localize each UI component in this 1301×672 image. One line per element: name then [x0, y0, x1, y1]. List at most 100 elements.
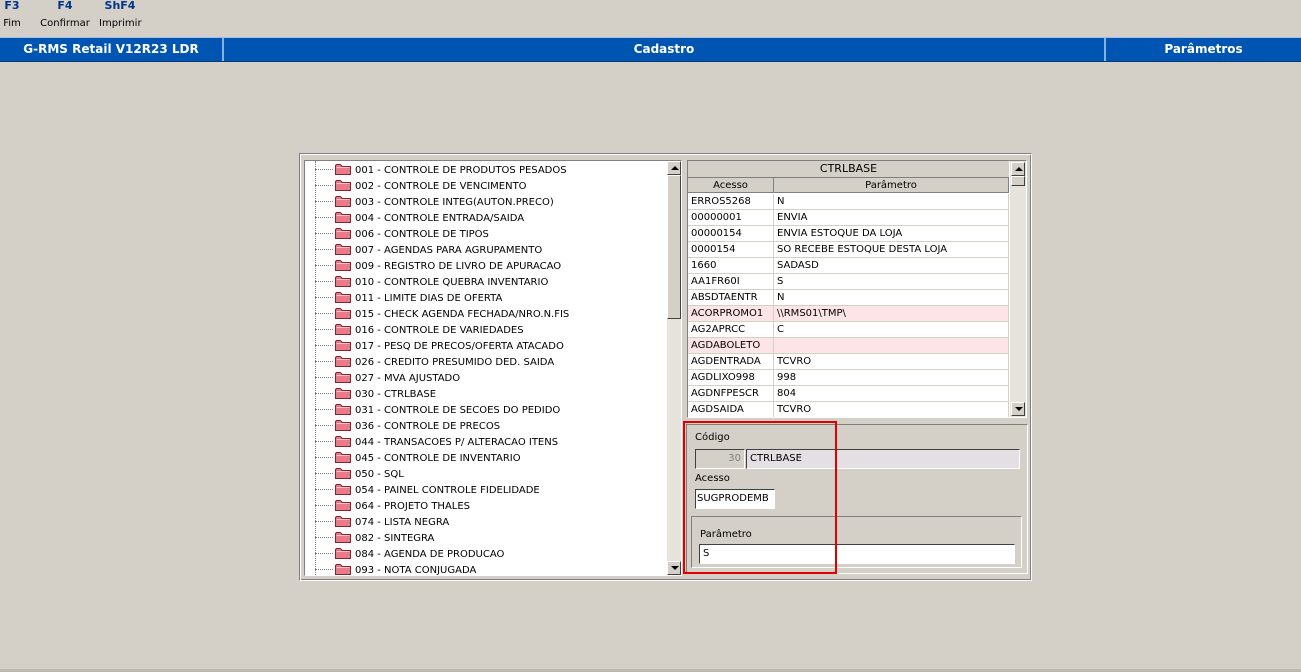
table-row[interactable]: AGDLIXO998 998	[688, 370, 1009, 386]
tree-item[interactable]: 050 - SQL	[315, 467, 404, 483]
f3-key-label: Fim	[3, 18, 21, 29]
folder-icon	[335, 531, 351, 543]
scroll-up-button[interactable]	[667, 161, 681, 175]
shf4-key[interactable]: ShF4 Imprimir	[99, 0, 142, 30]
tree-connector	[315, 473, 333, 475]
tree-connector	[315, 185, 333, 187]
acesso-cell: AGDLIXO998	[688, 370, 774, 386]
table-row[interactable]: 1660 SADASD	[688, 258, 1009, 274]
app-title: G-RMS Retail V12R23 LDR	[23, 42, 199, 56]
column-header-acesso[interactable]: Acesso	[688, 178, 774, 193]
tree-item[interactable]: 001 - CONTROLE DE PRODUTOS PESADOS	[315, 163, 567, 179]
column-header-parametro[interactable]: Parâmetro	[774, 178, 1009, 193]
table-row[interactable]: AGDNFPESCR 804	[688, 386, 1009, 402]
scroll-thumb[interactable]	[667, 175, 681, 319]
parametro-cell: SO RECEBE ESTOQUE DESTA LOJA	[774, 242, 1009, 258]
tree-item[interactable]: 009 - REGISTRO DE LIVRO DE APURACAO	[315, 259, 561, 275]
tree-item[interactable]: 002 - CONTROLE DE VENCIMENTO	[315, 179, 527, 195]
folder-icon	[335, 163, 351, 175]
folder-icon	[335, 563, 351, 575]
tree-item[interactable]: 016 - CONTROLE DE VARIEDADES	[315, 323, 524, 339]
shf4-key-label: Imprimir	[99, 18, 142, 29]
tree-item[interactable]: 093 - NOTA CONJUGADA	[315, 563, 476, 575]
tree-item[interactable]: 054 - PAINEL CONTROLE FIDELIDADE	[315, 483, 540, 499]
tree-item[interactable]: 026 - CREDITO PRESUMIDO DED. SAIDA	[315, 355, 554, 371]
grid-scroll-down-button[interactable]	[1011, 402, 1025, 416]
folder-icon	[335, 227, 351, 239]
title-bar: G-RMS Retail V12R23 LDR Cadastro Parâmet…	[0, 37, 1301, 62]
folder-icon	[335, 355, 351, 367]
tree-item[interactable]: 006 - CONTROLE DE TIPOS	[315, 227, 489, 243]
tree-item[interactable]: 027 - MVA AJUSTADO	[315, 371, 460, 387]
tree-item[interactable]: 036 - CONTROLE DE PRECOS	[315, 419, 500, 435]
tree-connector	[315, 425, 333, 427]
acesso-cell: AGDABOLETO	[688, 338, 774, 354]
parameter-grid[interactable]: CTRLBASE Acesso Parâmetro ERROS5268 N 0000…	[687, 160, 1027, 418]
table-row[interactable]: AGDSAIDA TCVRO	[688, 402, 1009, 417]
tree-item[interactable]: 044 - TRANSACOES P/ ALTERACAO ITENS	[315, 435, 558, 451]
tree-item[interactable]: 084 - AGENDA DE PRODUCAO	[315, 547, 504, 563]
tree-item-label: 003 - CONTROLE INTEG(AUTON.PRECO)	[355, 197, 554, 208]
folder-icon	[335, 403, 351, 415]
folder-icon	[335, 275, 351, 287]
tree-item-label: 027 - MVA AJUSTADO	[355, 373, 461, 384]
table-row[interactable]: 0000154 SO RECEBE ESTOQUE DESTA LOJA	[688, 242, 1009, 258]
tree-items-container: 001 - CONTROLE DE PRODUTOS PESADOS 002 - …	[305, 161, 667, 575]
tree-connector	[315, 521, 333, 523]
grid-scrollbar[interactable]	[1010, 161, 1026, 417]
tree-item[interactable]: 030 - CTRLBASE	[315, 387, 436, 403]
tree-scrollbar[interactable]	[667, 161, 681, 575]
tree-item[interactable]: 045 - CONTROLE DE INVENTARIO	[315, 451, 521, 467]
tree-item[interactable]: 031 - CONTROLE DE SECOES DO PEDIDO	[315, 403, 560, 419]
folder-icon	[335, 291, 351, 303]
table-row[interactable]: 00000154 ENVIA ESTOQUE DA LOJA	[688, 226, 1009, 242]
tree-connector	[315, 265, 333, 267]
tree-item-label: 030 - CTRLBASE	[355, 389, 437, 400]
folder-icon	[335, 435, 351, 447]
tree-connector	[315, 329, 333, 331]
folder-icon	[335, 451, 351, 463]
folder-icon	[335, 483, 351, 495]
parameter-tree[interactable]: 001 - CONTROLE DE PRODUTOS PESADOS 002 - …	[304, 160, 682, 576]
tree-item[interactable]: 082 - SINTEGRA	[315, 531, 434, 547]
parametro-cell: SADASD	[774, 258, 1009, 274]
table-row[interactable]: AA1FR60I S	[688, 274, 1009, 290]
parametro-cell: TCVRO	[774, 402, 1009, 417]
folder-icon	[335, 307, 351, 319]
table-row[interactable]: AG2APRCC C	[688, 322, 1009, 338]
table-row[interactable]: ACORPROMO1 \\RMS01\TMP\	[688, 306, 1009, 322]
tree-item[interactable]: 010 - CONTROLE QUEBRA INVENTARIO	[315, 275, 548, 291]
scroll-down-button[interactable]	[667, 561, 681, 575]
parametro-cell: 804	[774, 386, 1009, 402]
tree-item-label: 050 - SQL	[355, 469, 404, 480]
tree-item[interactable]: 003 - CONTROLE INTEG(AUTON.PRECO)	[315, 195, 554, 211]
tree-item[interactable]: 007 - AGENDAS PARA AGRUPAMENTO	[315, 243, 542, 259]
table-row[interactable]: AGDENTRADA TCVRO	[688, 354, 1009, 370]
tree-item[interactable]: 004 - CONTROLE ENTRADA/SAIDA	[315, 211, 524, 227]
tree-item-label: 007 - AGENDAS PARA AGRUPAMENTO	[355, 245, 543, 256]
tree-item[interactable]: 017 - PESQ DE PRECOS/OFERTA ATACADO	[315, 339, 564, 355]
tree-connector	[315, 393, 333, 395]
tree-item-label: 045 - CONTROLE DE INVENTARIO	[355, 453, 521, 464]
folder-icon	[335, 515, 351, 527]
table-row[interactable]: ERROS5268 N	[688, 194, 1009, 210]
grid-scroll-thumb[interactable]	[1011, 176, 1025, 186]
table-row[interactable]: 00000001 ENVIA	[688, 210, 1009, 226]
arrow-up-icon	[1015, 167, 1023, 171]
tree-item-label: 006 - CONTROLE DE TIPOS	[355, 229, 489, 240]
tree-item[interactable]: 074 - LISTA NEGRA	[315, 515, 449, 531]
f4-key-label: Confirmar	[40, 18, 90, 29]
tree-connector	[315, 537, 333, 539]
grid-scroll-up-button[interactable]	[1011, 162, 1025, 176]
arrow-up-icon	[671, 166, 679, 170]
tree-item[interactable]: 064 - PROJETO THALES	[315, 499, 470, 515]
tree-connector	[315, 489, 333, 491]
tree-item-label: 016 - CONTROLE DE VARIEDADES	[355, 325, 524, 336]
f3-key[interactable]: F3 Fim	[3, 0, 21, 30]
tree-item[interactable]: 015 - CHECK AGENDA FECHADA/NRO.N.FIS	[315, 307, 569, 323]
table-row[interactable]: ABSDTAENTR N	[688, 290, 1009, 306]
f4-key[interactable]: F4 Confirmar	[40, 0, 90, 30]
tree-item[interactable]: 011 - LIMITE DIAS DE OFERTA	[315, 291, 502, 307]
tree-connector	[315, 377, 333, 379]
table-row[interactable]: AGDABOLETO	[688, 338, 1009, 354]
